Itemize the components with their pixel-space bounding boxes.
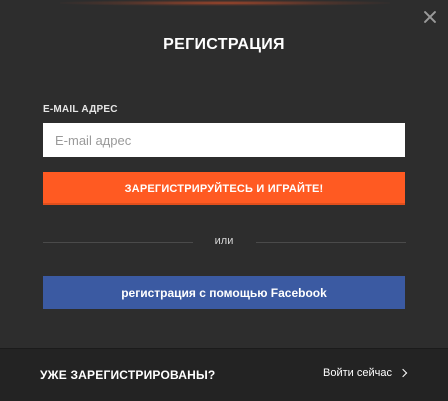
facebook-register-button[interactable]: регистрация с помощью Facebook <box>43 276 405 309</box>
top-glow <box>60 0 390 6</box>
registration-modal: РЕГИСТРАЦИЯ E-MAIL АДРЕС ЗАРЕГИСТРИРУЙТЕ… <box>0 0 448 401</box>
already-registered-text: УЖЕ ЗАРЕГИСТРИРОВАНЫ? <box>40 368 216 382</box>
email-label: E-MAIL АДРЕС <box>43 104 118 115</box>
close-icon[interactable] <box>422 9 438 25</box>
page-title: РЕГИСТРАЦИЯ <box>163 36 285 53</box>
chevron-right-icon <box>398 368 408 378</box>
login-link[interactable]: Войти сейчас <box>323 367 408 379</box>
or-separator: или <box>214 235 234 247</box>
login-link-label: Войти сейчас <box>323 367 392 379</box>
divider-right <box>256 242 406 243</box>
email-field[interactable] <box>43 123 405 157</box>
footer: УЖЕ ЗАРЕГИСТРИРОВАНЫ? Войти сейчас <box>0 348 448 401</box>
register-button[interactable]: ЗАРЕГИСТРИРУЙТЕСЬ И ИГРАЙТЕ! <box>43 172 405 205</box>
